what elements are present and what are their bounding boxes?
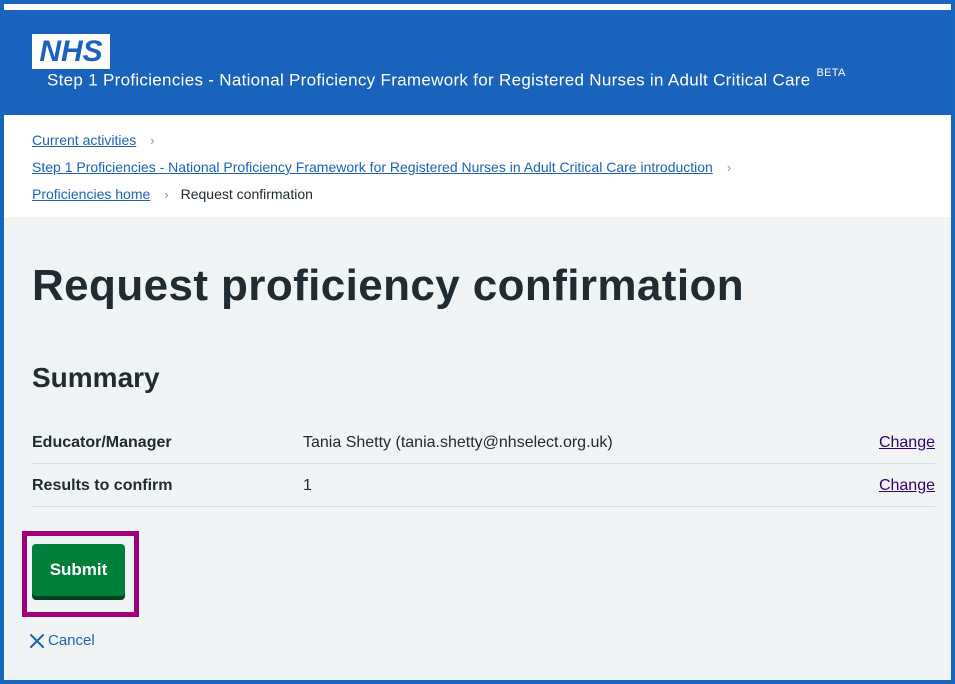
- app-frame: NHS Step 1 Proficiencies - National Prof…: [0, 0, 955, 684]
- summary-row-educator: Educator/Manager Tania Shetty (tania.she…: [32, 421, 935, 464]
- summary-row-results: Results to confirm 1 Change: [32, 464, 935, 507]
- breadcrumb-link-current-activities[interactable]: Current activities: [32, 132, 136, 148]
- service-name-text: Step 1 Proficiencies - National Proficie…: [47, 70, 811, 90]
- summary-value: 1: [303, 477, 312, 494]
- cancel-link[interactable]: Cancel: [29, 632, 95, 649]
- cancel-label: Cancel: [48, 632, 95, 649]
- beta-tag: BETA: [816, 67, 846, 79]
- breadcrumb-current: Request confirmation: [180, 186, 313, 202]
- change-results-link[interactable]: Change: [879, 477, 935, 495]
- close-icon: [29, 633, 45, 649]
- breadcrumb-separator: ›: [164, 187, 169, 202]
- breadcrumb-row: Proficiencies home › Request confirmation: [32, 186, 313, 202]
- submit-button[interactable]: Submit: [32, 544, 125, 596]
- breadcrumb: Current activities › Step 1 Proficiencies…: [4, 115, 951, 217]
- breadcrumb-row: Step 1 Proficiencies - National Proficie…: [32, 159, 743, 175]
- service-name[interactable]: Step 1 Proficiencies - National Proficie…: [47, 67, 846, 91]
- breadcrumb-separator: ›: [150, 133, 155, 148]
- site-header: NHS Step 1 Proficiencies - National Prof…: [4, 10, 951, 115]
- summary-heading: Summary: [32, 362, 160, 393]
- breadcrumb-row: Current activities ›: [32, 132, 167, 148]
- summary-key: Educator/Manager: [32, 434, 172, 451]
- nhs-logo[interactable]: NHS: [32, 34, 110, 69]
- change-educator-link[interactable]: Change: [879, 434, 935, 452]
- summary-value: Tania Shetty (tania.shetty@nhselect.org.…: [303, 434, 613, 451]
- main-content: Request proficiency confirmation Summary…: [4, 217, 951, 680]
- breadcrumb-separator: ›: [726, 160, 732, 175]
- breadcrumb-link-introduction[interactable]: Step 1 Proficiencies - National Proficie…: [32, 159, 713, 175]
- breadcrumb-link-proficiencies-home[interactable]: Proficiencies home: [32, 186, 150, 202]
- page-title: Request proficiency confirmation: [32, 261, 745, 310]
- summary-key: Results to confirm: [32, 477, 173, 494]
